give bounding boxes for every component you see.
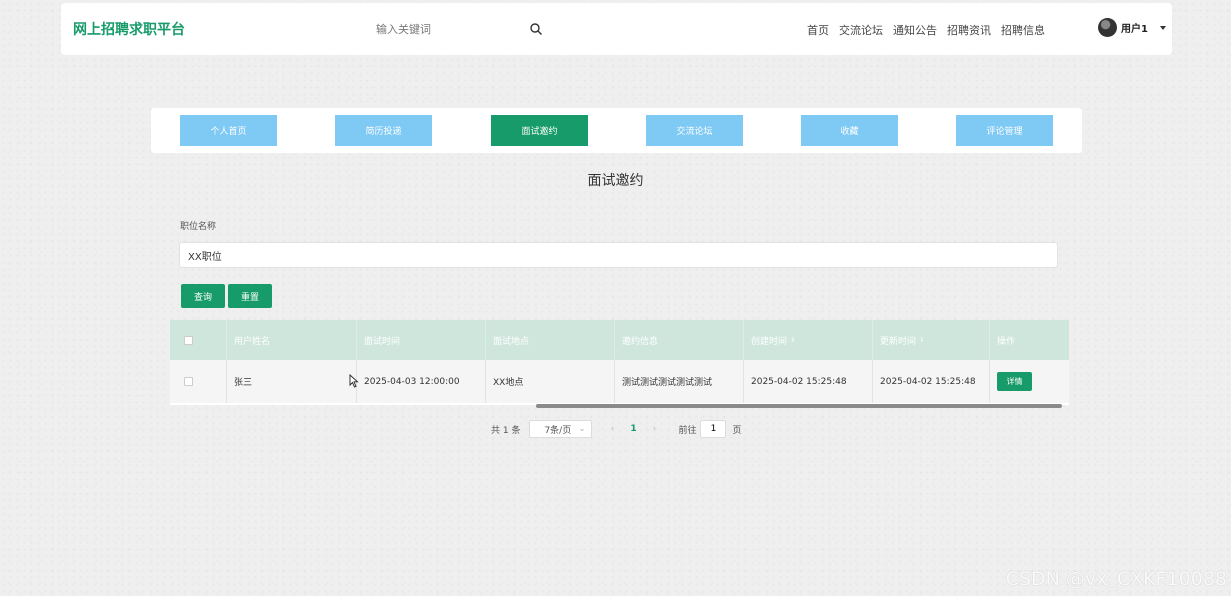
row-select-cell	[170, 360, 206, 403]
col-updated-header[interactable]: 更新时间 ⬍	[873, 320, 990, 360]
row-index-cell	[206, 360, 227, 403]
col-action-header: 操作	[997, 336, 1016, 347]
prev-page-button[interactable]: ‹	[602, 420, 622, 438]
col-info-header: 邀约信息	[615, 320, 744, 360]
position-name-label: 职位名称	[180, 222, 217, 232]
tab-personal-home[interactable]: 个人首页	[180, 115, 277, 146]
select-all-checkbox[interactable]	[183, 335, 193, 345]
nav-jobs[interactable]: 招聘信息	[1001, 22, 1045, 38]
user-menu[interactable]: 用户1	[1098, 18, 1166, 37]
next-page-button[interactable]: ›	[644, 420, 664, 438]
mouse-cursor-icon	[349, 374, 359, 388]
user-name[interactable]: 用户1	[1121, 20, 1148, 35]
page-size-select[interactable]: 7条/页 ⌄	[529, 420, 593, 438]
center-tabs: 个人首页 简历投递 面试邀约 交流论坛 收藏 评论管理	[151, 108, 1082, 153]
avatar[interactable]	[1098, 18, 1117, 37]
cell-updated: 2025-04-02 15:25:48	[873, 360, 990, 403]
col-name-header: 用户姓名	[227, 320, 357, 360]
interview-table: 用户姓名 面试时间 面试地点 邀约信息 创建时间 ⬍ 更新时间 ⬍ 操作 张三 20…	[170, 320, 1069, 405]
table-row: 张三 2025-04-03 12:00:00 XX地点 测试测试测试测试测试 2…	[170, 360, 1069, 403]
sort-icon[interactable]: ⬍	[790, 336, 796, 344]
cell-location: XX地点	[486, 360, 615, 403]
top-header: 网上招聘求职平台 首页 交流论坛 通知公告 招聘资讯 招聘信息 用户1	[61, 3, 1172, 55]
nav-notice[interactable]: 通知公告	[893, 22, 937, 38]
cell-created: 2025-04-02 15:25:48	[744, 360, 873, 403]
page-size-value: 7条/页	[544, 425, 572, 436]
goto-label: 前往	[678, 425, 697, 436]
index-header	[206, 320, 227, 360]
sort-icon[interactable]: ⬍	[919, 336, 925, 344]
reset-button[interactable]: 重置	[228, 284, 272, 308]
page-title: 面试邀约	[587, 173, 644, 189]
goto-page-input[interactable]	[700, 420, 727, 438]
horizontal-scrollbar[interactable]	[536, 404, 1062, 408]
tab-interview[interactable]: 面试邀约	[491, 115, 588, 146]
table-header: 用户姓名 面试时间 面试地点 邀约信息 创建时间 ⬍ 更新时间 ⬍ 操作	[170, 320, 1069, 360]
position-name-input[interactable]	[179, 242, 1058, 268]
chevron-down-icon: ⌄	[578, 424, 586, 433]
nav-home[interactable]: 首页	[807, 22, 829, 38]
col-time-header: 面试时间	[357, 320, 486, 360]
caret-down-icon[interactable]	[1159, 25, 1166, 30]
cell-name: 张三	[227, 360, 357, 403]
cell-info: 测试测试测试测试测试	[615, 360, 744, 403]
col-created-header[interactable]: 创建时间 ⬍	[744, 320, 873, 360]
cell-action: 详情	[990, 360, 1069, 403]
page-number[interactable]: 1	[622, 420, 644, 438]
search-input[interactable]	[368, 17, 528, 41]
tab-comments[interactable]: 评论管理	[956, 115, 1053, 146]
nav-forum[interactable]: 交流论坛	[839, 22, 883, 38]
col-location-header: 面试地点	[486, 320, 615, 360]
search-icon[interactable]	[529, 22, 543, 36]
cell-interview-time: 2025-04-03 12:00:00	[357, 360, 486, 403]
pager-total: 共 1 条	[491, 425, 521, 436]
watermark: CSDN @vx_CXKF10088	[1005, 568, 1227, 590]
tab-forum[interactable]: 交流论坛	[646, 115, 743, 146]
search-button[interactable]: 查询	[181, 284, 225, 308]
page-suffix: 页	[732, 425, 742, 436]
detail-button[interactable]: 详情	[997, 372, 1032, 391]
tab-favorites[interactable]: 收藏	[801, 115, 898, 146]
select-all-cell	[170, 320, 206, 360]
row-checkbox[interactable]	[183, 377, 193, 386]
tab-resume[interactable]: 简历投递	[335, 115, 432, 146]
pagination: 共 1 条 7条/页 ⌄ ‹ 1 › 前往 页	[491, 420, 741, 438]
main-nav: 首页 交流论坛 通知公告 招聘资讯 招聘信息	[807, 22, 1045, 38]
nav-news[interactable]: 招聘资讯	[947, 22, 991, 38]
site-logo[interactable]: 网上招聘求职平台	[73, 19, 185, 39]
search-box	[368, 17, 548, 41]
